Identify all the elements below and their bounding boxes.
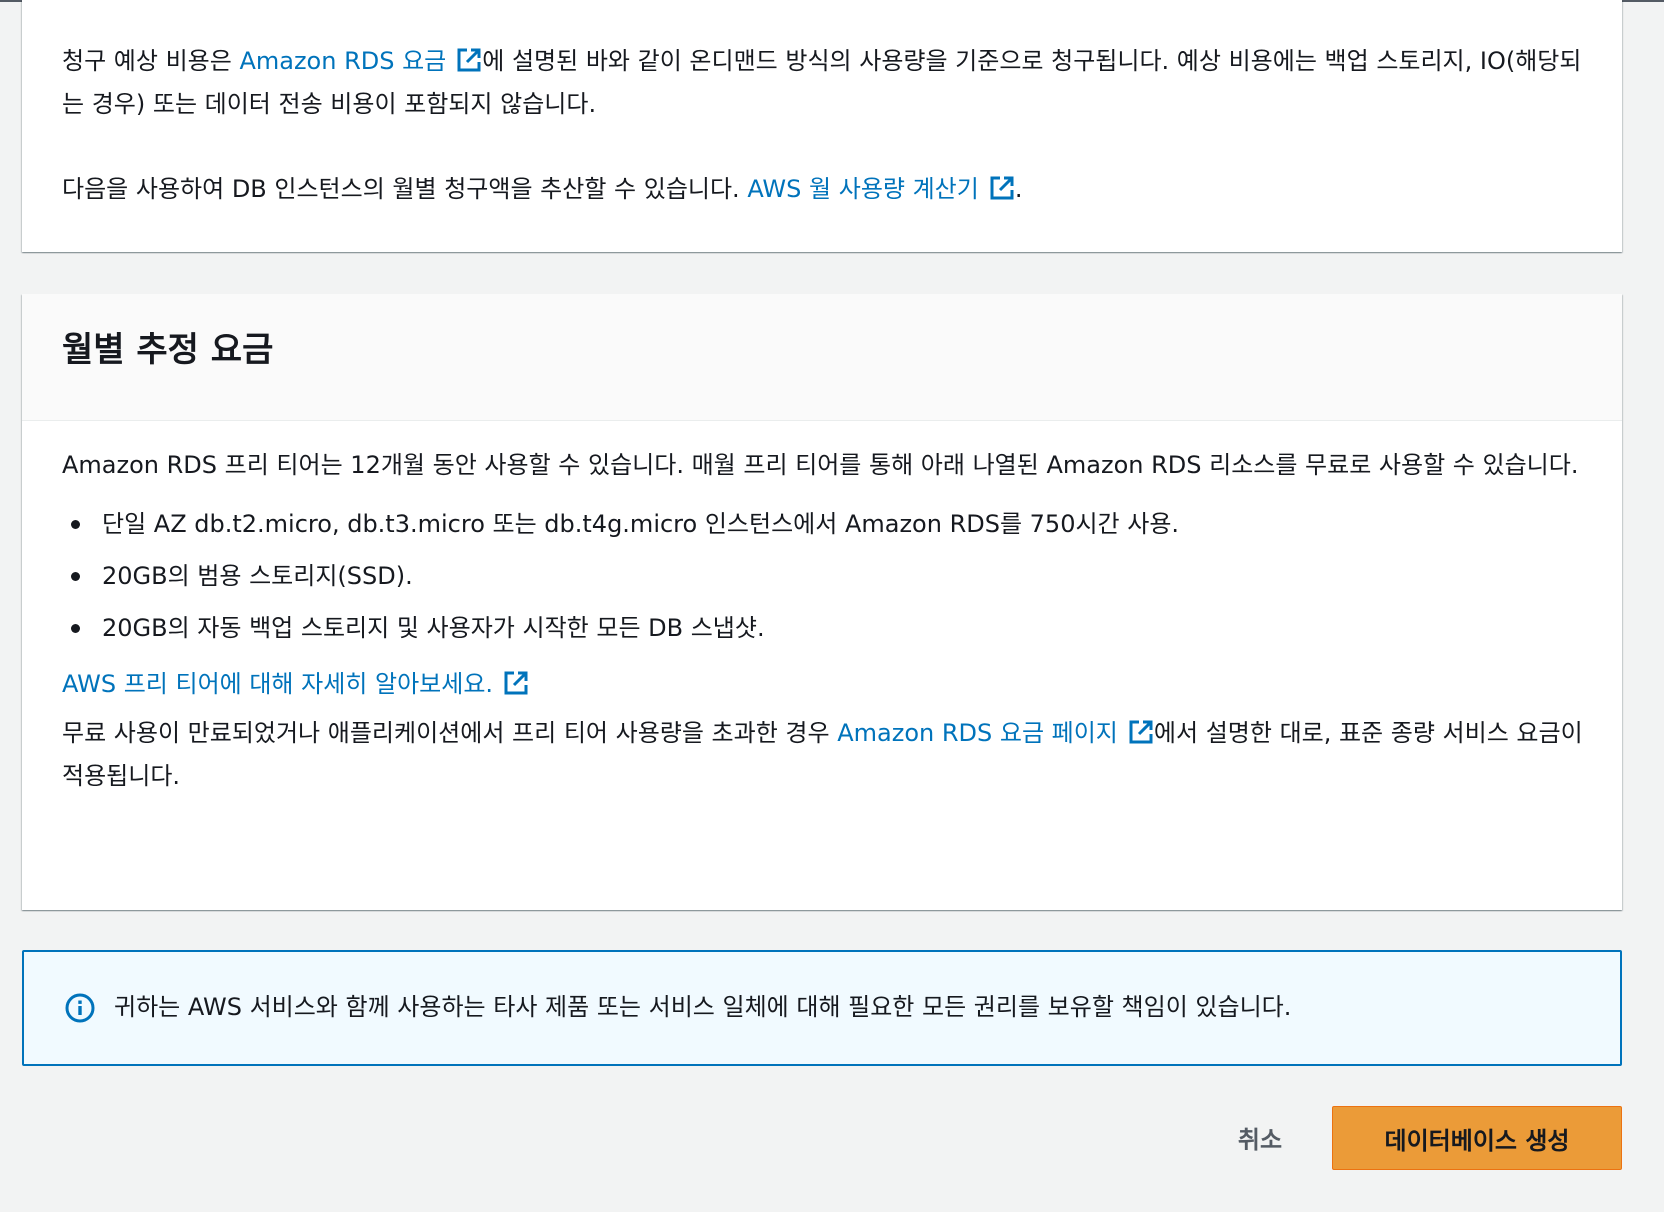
info-alert: 귀하는 AWS 서비스와 함께 사용하는 타사 제품 또는 서비스 일체에 대해… <box>22 950 1622 1066</box>
list-item: 단일 AZ db.t2.micro, db.t3.micro 또는 db.t4g… <box>62 498 1602 550</box>
cost-estimate-card: 청구 예상 비용은 Amazon RDS 요금 에 설명된 바와 같이 온디맨드 … <box>22 0 1622 252</box>
calculator-description: 다음을 사용하여 DB 인스턴스의 월별 청구액을 추산할 수 있습니다. AW… <box>62 168 1592 211</box>
free-tier-link-label: AWS 프리 티어에 대해 자세히 알아보세요. <box>62 670 494 698</box>
info-alert-text: 귀하는 AWS 서비스와 함께 사용하는 타사 제품 또는 서비스 일체에 대해… <box>114 993 1292 1021</box>
rds-pricing-link[interactable]: Amazon RDS 요금 <box>239 47 482 75</box>
cost-estimate-body: 청구 예상 비용은 Amazon RDS 요금 에 설명된 바와 같이 온디맨드 … <box>62 40 1592 211</box>
external-link-icon <box>504 671 528 695</box>
list-item-text: 20GB의 자동 백업 스토리지 및 사용자가 시작한 모든 DB 스냅샷. <box>102 614 765 642</box>
standard-pricing-note: 무료 사용이 만료되었거나 애플리케이션에서 프리 티어 사용량을 초과한 경우… <box>62 712 1602 798</box>
list-item: 20GB의 자동 백업 스토리지 및 사용자가 시작한 모든 DB 스냅샷. <box>62 602 1602 654</box>
monthly-estimate-title: 월별 추정 요금 <box>62 330 274 370</box>
monthly-estimate-header: 월별 추정 요금 <box>22 294 1622 421</box>
standard-pricing-text: 무료 사용이 만료되었거나 애플리케이션에서 프리 티어 사용량을 초과한 경우 <box>62 719 838 747</box>
cost-description-text: 청구 예상 비용은 <box>62 47 240 75</box>
monthly-estimate-body: Amazon RDS 프리 티어는 12개월 동안 사용할 수 있습니다. 매월… <box>62 444 1602 798</box>
monthly-estimate-card: 월별 추정 요금 Amazon RDS 프리 티어는 12개월 동안 사용할 수… <box>22 294 1622 910</box>
rds-pricing-link-label: Amazon RDS 요금 <box>239 47 447 75</box>
aws-calculator-link[interactable]: AWS 월 사용량 계산기 <box>747 175 1015 203</box>
free-tier-link[interactable]: AWS 프리 티어에 대해 자세히 알아보세요. <box>62 670 529 698</box>
list-item: 20GB의 범용 스토리지(SSD). <box>62 550 1602 602</box>
aws-calculator-link-label: AWS 월 사용량 계산기 <box>747 175 979 203</box>
list-item-text: 단일 AZ db.t2.micro, db.t3.micro 또는 db.t4g… <box>102 510 1180 538</box>
external-link-icon <box>990 176 1014 200</box>
list-item-text: 20GB의 범용 스토리지(SSD). <box>102 562 413 590</box>
external-link-icon <box>457 48 481 72</box>
free-tier-link-row: AWS 프리 티어에 대해 자세히 알아보세요. <box>62 656 1602 712</box>
info-icon <box>65 993 95 1023</box>
cancel-button[interactable]: 취소 <box>1200 1106 1320 1168</box>
external-link-icon <box>1129 720 1153 744</box>
free-tier-list: 단일 AZ db.t2.micro, db.t3.micro 또는 db.t4g… <box>62 498 1602 654</box>
cost-description: 청구 예상 비용은 Amazon RDS 요금 에 설명된 바와 같이 온디맨드 … <box>62 40 1592 126</box>
calculator-period: . <box>1014 175 1023 203</box>
calculator-description-text: 다음을 사용하여 DB 인스턴스의 월별 청구액을 추산할 수 있습니다. <box>62 175 748 203</box>
rds-pricing-page-link[interactable]: Amazon RDS 요금 페이지 <box>837 719 1154 747</box>
rds-pricing-page-link-label: Amazon RDS 요금 페이지 <box>837 719 1118 747</box>
create-database-button[interactable]: 데이터베이스 생성 <box>1332 1106 1622 1170</box>
free-tier-intro: Amazon RDS 프리 티어는 12개월 동안 사용할 수 있습니다. 매월… <box>62 451 1579 479</box>
